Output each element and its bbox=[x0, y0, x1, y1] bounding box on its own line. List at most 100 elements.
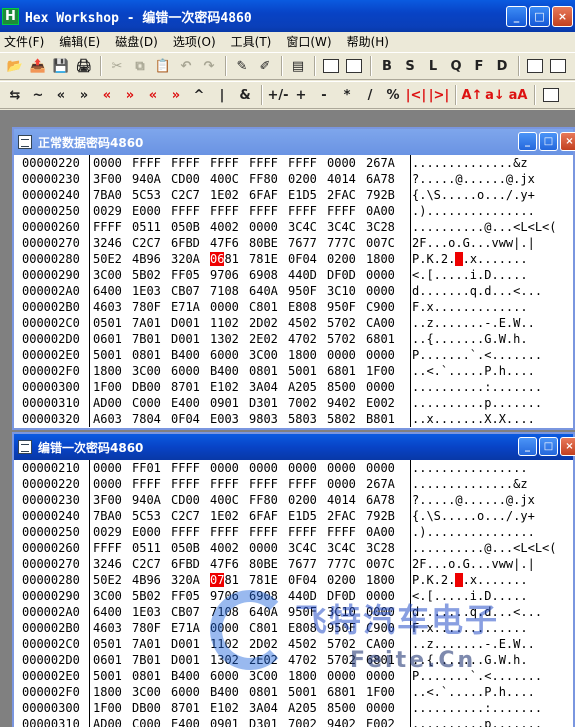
toggle-case-icon[interactable]: aA bbox=[507, 84, 529, 106]
hex-word[interactable]: 3C00 bbox=[93, 267, 132, 283]
hex-word[interactable]: D301 bbox=[249, 395, 288, 411]
hex-word[interactable]: 1102 bbox=[210, 315, 249, 331]
hex-word[interactable]: FFFF bbox=[327, 203, 366, 219]
hex-row[interactable]: 000002B0 4603 780F E71A 0000 C801 E808 950F C900… bbox=[14, 299, 573, 315]
highlighted-byte[interactable]: 06 bbox=[210, 252, 225, 266]
hex-word[interactable]: CA00 bbox=[366, 315, 405, 331]
hex-word[interactable]: 2E02 bbox=[249, 331, 288, 347]
hex-word[interactable]: 0000 bbox=[366, 379, 405, 395]
hex-word[interactable]: 80BE bbox=[249, 235, 288, 251]
hex-row[interactable]: 00000260 FFFF 0511 050B 4002 0000 3C4C 3C4C 3C28… bbox=[14, 540, 573, 556]
hex-word[interactable]: 0000 bbox=[366, 588, 405, 604]
hex-word[interactable]: 0000 bbox=[210, 299, 249, 315]
hex-word[interactable]: D001 bbox=[171, 331, 210, 347]
hex-word[interactable]: 1F00 bbox=[366, 684, 405, 700]
hex-word[interactable]: 5802 bbox=[327, 411, 366, 427]
hex-word[interactable]: 1302 bbox=[210, 652, 249, 668]
hex-word[interactable]: E71A bbox=[171, 299, 210, 315]
hex-word[interactable]: FFFF bbox=[249, 524, 288, 540]
hex-word[interactable]: 2E02 bbox=[249, 652, 288, 668]
hex-word[interactable]: 1F00 bbox=[93, 700, 132, 716]
invert-icon[interactable]: ~ bbox=[27, 84, 49, 106]
hex-word[interactable]: C2C7 bbox=[132, 556, 171, 572]
hex-word[interactable]: 3F00 bbox=[93, 492, 132, 508]
hex-word[interactable]: 0029 bbox=[93, 203, 132, 219]
hex-word[interactable]: 940A bbox=[132, 171, 171, 187]
rotate-right-icon[interactable]: » bbox=[119, 84, 141, 106]
hex-word[interactable]: DF0D bbox=[327, 267, 366, 283]
hex-word[interactable]: C2C7 bbox=[171, 508, 210, 524]
hex-word[interactable]: 0000 bbox=[366, 267, 405, 283]
hex-word[interactable]: 50E2 bbox=[93, 572, 132, 588]
paste-icon[interactable]: 📋 bbox=[152, 55, 174, 77]
hex-word[interactable]: 6000 bbox=[171, 363, 210, 379]
document-title-bar[interactable]: 正常数据密码4860 _ □ × bbox=[14, 129, 575, 155]
hex-word[interactable]: 6400 bbox=[93, 604, 132, 620]
hex-word[interactable]: 0000 bbox=[366, 668, 405, 684]
hex-word[interactable]: E808 bbox=[288, 620, 327, 636]
hex-word[interactable]: 9803 bbox=[249, 411, 288, 427]
hex-word[interactable]: 1E02 bbox=[210, 187, 249, 203]
hex-word[interactable]: FFFF bbox=[93, 540, 132, 556]
hex-word[interactable]: 0501 bbox=[93, 636, 132, 652]
hex-word[interactable]: 0000 bbox=[366, 460, 405, 476]
hex-word[interactable]: 320A bbox=[171, 251, 210, 267]
hex-word[interactable]: D001 bbox=[171, 636, 210, 652]
hex-word[interactable]: 0781 bbox=[210, 572, 249, 588]
hex-word[interactable]: 0000 bbox=[327, 155, 366, 171]
hex-row[interactable]: 00000240 7BA0 5C53 C2C7 1E02 6FAF E1D5 2FAC 792B… bbox=[14, 508, 573, 524]
highlighted-byte[interactable]: 07 bbox=[210, 573, 225, 587]
hex-word[interactable]: 440D bbox=[288, 267, 327, 283]
hex-word[interactable]: 6A78 bbox=[366, 492, 405, 508]
hex-word[interactable]: 5001 bbox=[288, 684, 327, 700]
hex-word[interactable]: C000 bbox=[132, 716, 171, 727]
hex-word[interactable]: 8500 bbox=[327, 379, 366, 395]
hex-word[interactable]: 1800 bbox=[93, 684, 132, 700]
hex-word[interactable]: 6000 bbox=[171, 684, 210, 700]
hex-word[interactable]: 640A bbox=[249, 283, 288, 299]
hex-row[interactable]: 00000240 7BA0 5C53 C2C7 1E02 6FAF E1D5 2FAC 792B… bbox=[14, 187, 573, 203]
menu-edit[interactable]: 编辑(E) bbox=[59, 33, 100, 50]
hex-word[interactable]: 7BA0 bbox=[93, 508, 132, 524]
hex-byte[interactable]: 81 bbox=[224, 252, 238, 266]
long-button[interactable]: L bbox=[422, 55, 444, 77]
converter-icon[interactable] bbox=[547, 55, 569, 77]
hex-word[interactable]: 7B01 bbox=[132, 331, 171, 347]
hex-word[interactable]: 6FAF bbox=[249, 187, 288, 203]
hex-row[interactable]: 00000300 1F00 DB00 8701 E102 3A04 A205 8500 0000… bbox=[14, 700, 573, 716]
hex-word[interactable]: 0000 bbox=[210, 620, 249, 636]
hex-word[interactable]: 1800 bbox=[93, 363, 132, 379]
hex-word[interactable]: 3C10 bbox=[327, 283, 366, 299]
hex-row[interactable]: 000002A0 6400 1E03 CB07 7108 640A 950F 3C10 0000… bbox=[14, 604, 573, 620]
hex-word[interactable]: 1E03 bbox=[132, 283, 171, 299]
hex-word[interactable]: FFFF bbox=[288, 155, 327, 171]
document-window-wrong[interactable]: 编错一次密码4860 _ □ × 00000210 0000 FF01 FFFF 000… bbox=[12, 432, 575, 727]
hex-word[interactable]: FFFF bbox=[171, 476, 210, 492]
hex-row[interactable]: 000002F0 1800 3C00 6000 B400 0801 5001 6801 1F00… bbox=[14, 363, 573, 379]
hex-word[interactable]: 0029 bbox=[93, 524, 132, 540]
hex-word[interactable]: E003 bbox=[210, 411, 249, 427]
hex-word[interactable]: 0200 bbox=[288, 171, 327, 187]
quad-button[interactable]: Q bbox=[445, 55, 467, 77]
hex-word[interactable]: C801 bbox=[249, 620, 288, 636]
hex-word[interactable]: 2D02 bbox=[249, 315, 288, 331]
hex-word[interactable]: 6801 bbox=[327, 684, 366, 700]
hex-word[interactable]: 400C bbox=[210, 171, 249, 187]
swap-icon[interactable]: ⇆ bbox=[4, 84, 26, 106]
hex-word[interactable]: 7002 bbox=[288, 395, 327, 411]
hex-word[interactable]: 0000 bbox=[249, 540, 288, 556]
hex-word[interactable]: 781E bbox=[249, 251, 288, 267]
calculator-icon[interactable] bbox=[524, 55, 546, 77]
doc-close-button[interactable]: × bbox=[560, 132, 575, 151]
hex-word[interactable]: 3246 bbox=[93, 556, 132, 572]
hex-word[interactable]: CD00 bbox=[171, 171, 210, 187]
hex-word[interactable]: B400 bbox=[171, 347, 210, 363]
hex-word[interactable]: 780F bbox=[132, 620, 171, 636]
hex-word[interactable]: E102 bbox=[210, 700, 249, 716]
hex-word[interactable]: 3C4C bbox=[327, 540, 366, 556]
hex-row[interactable]: 00000270 3246 C2C7 6FBD 47F6 80BE 7677 777C 007C… bbox=[14, 235, 573, 251]
hex-word[interactable]: 950F bbox=[288, 604, 327, 620]
hex-row[interactable]: 000002E0 5001 0801 B400 6000 3C00 1800 0000 0000… bbox=[14, 668, 573, 684]
hex-word[interactable]: E000 bbox=[132, 203, 171, 219]
hex-word[interactable]: D001 bbox=[171, 652, 210, 668]
